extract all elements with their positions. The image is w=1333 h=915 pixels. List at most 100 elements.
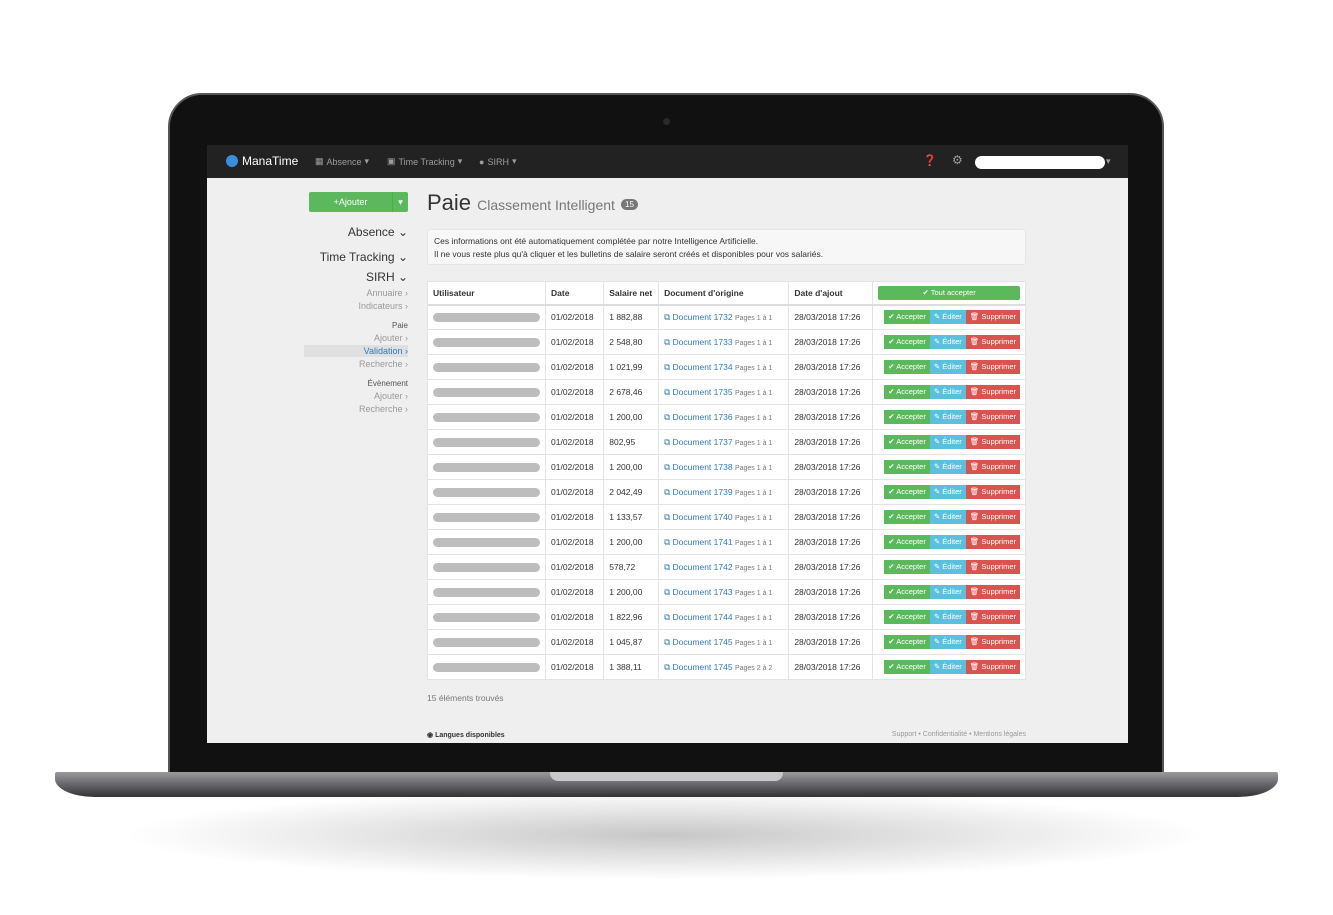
delete-button[interactable]: 🗑 Supprimer xyxy=(965,585,1020,599)
nav-sirh[interactable]: ● SIRH ▾ xyxy=(479,156,516,167)
delete-button[interactable]: 🗑 Supprimer xyxy=(965,410,1020,424)
edit-button[interactable]: ✎ Éditer xyxy=(929,435,966,449)
delete-button[interactable]: 🗑 Supprimer xyxy=(965,310,1020,325)
accept-button[interactable]: ✔ Accepter xyxy=(884,360,930,374)
edit-button[interactable]: ✎ Éditer xyxy=(929,585,966,599)
edit-button[interactable]: ✎ Éditer xyxy=(929,385,966,399)
delete-button[interactable]: 🗑 Supprimer xyxy=(965,660,1020,674)
delete-button[interactable]: 🗑 Supprimer xyxy=(965,610,1020,624)
pages-label: Pages 1 à 1 xyxy=(734,389,773,397)
accept-button[interactable]: ✔ Accepter xyxy=(884,485,930,499)
accept-button[interactable]: ✔ Accepter xyxy=(884,585,930,599)
accept-button[interactable]: ✔ Accepter xyxy=(884,610,930,624)
accept-button[interactable]: ✔ Accepter xyxy=(884,385,930,399)
document-link[interactable]: ⧉ Document 1743 xyxy=(664,587,732,597)
edit-button[interactable]: ✎ Éditer xyxy=(929,310,966,325)
col-salaire[interactable]: Salaire net xyxy=(603,281,660,306)
sidebar-item-indicateurs[interactable]: Indicateurs › xyxy=(358,301,408,311)
delete-button[interactable]: 🗑 Supprimer xyxy=(965,535,1020,549)
accept-button[interactable]: ✔ Accepter xyxy=(884,310,930,325)
salary-cell: 1 045,87 xyxy=(603,629,660,655)
edit-button[interactable]: ✎ Éditer xyxy=(929,635,966,649)
edit-button[interactable]: ✎ Éditer xyxy=(929,360,966,374)
document-link[interactable]: ⧉ Document 1744 xyxy=(664,612,732,622)
sidebar-item-paie-validation[interactable]: Validation › xyxy=(364,346,408,356)
nav-absence[interactable]: ▦ Absence ▾ xyxy=(315,156,369,167)
user-cell xyxy=(427,429,546,455)
brand-logo[interactable]: ManaTime xyxy=(226,154,298,168)
accept-button[interactable]: ✔ Accepter xyxy=(884,560,930,574)
accept-button[interactable]: ✔ Accepter xyxy=(884,410,930,424)
delete-button[interactable]: 🗑 Supprimer xyxy=(965,360,1020,374)
sidebar-section-absence[interactable]: Absence ⌄ xyxy=(348,225,408,239)
date-cell: 01/02/2018 xyxy=(544,629,605,655)
document-link[interactable]: ⧉ Document 1740 xyxy=(664,512,732,522)
sidebar-item-annuaire[interactable]: Annuaire › xyxy=(366,288,408,298)
accept-button[interactable]: ✔ Accepter xyxy=(884,510,930,524)
document-link[interactable]: ⧉ Document 1736 xyxy=(664,412,732,422)
user-cell xyxy=(427,629,546,655)
edit-button[interactable]: ✎ Éditer xyxy=(929,460,966,474)
salary-cell: 1 200,00 xyxy=(603,454,660,480)
col-document[interactable]: Document d'origine xyxy=(658,281,790,306)
date-added-cell: 28/03/2018 17:26 xyxy=(788,304,874,330)
caret-down-icon[interactable]: ▾ xyxy=(1106,156,1111,167)
footer-links[interactable]: Support • Confidentialité • Mentions lég… xyxy=(892,731,1026,738)
delete-button[interactable]: 🗑 Supprimer xyxy=(965,510,1020,524)
user-menu[interactable] xyxy=(975,156,1105,169)
document-link[interactable]: ⧉ Document 1735 xyxy=(664,387,732,397)
document-link[interactable]: ⧉ Document 1739 xyxy=(664,487,732,497)
sidebar-item-paie-ajouter[interactable]: Ajouter › xyxy=(374,333,408,343)
edit-button[interactable]: ✎ Éditer xyxy=(929,510,966,524)
col-date[interactable]: Date xyxy=(544,281,605,306)
accept-button[interactable]: ✔ Accepter xyxy=(884,535,930,549)
sidebar-item-evenement-recherche[interactable]: Recherche › xyxy=(359,404,408,414)
sidebar-section-sirh[interactable]: SIRH ⌄ xyxy=(366,270,408,284)
date-added-cell: 28/03/2018 17:26 xyxy=(788,654,874,680)
question-circle-icon[interactable]: ❓ xyxy=(923,154,937,167)
col-date-ajout[interactable]: Date d'ajout xyxy=(788,281,874,306)
document-link[interactable]: ⧉ Document 1745 xyxy=(664,637,732,647)
nav-time-tracking[interactable]: ▣ Time Tracking ▾ xyxy=(387,156,462,167)
document-link[interactable]: ⧉ Document 1741 xyxy=(664,537,732,547)
accept-button[interactable]: ✔ Accepter xyxy=(884,635,930,649)
accept-all-button[interactable]: ✔ Tout accepter xyxy=(878,285,1020,300)
document-link[interactable]: ⧉ Document 1733 xyxy=(664,337,732,347)
sidebar-item-evenement-ajouter[interactable]: Ajouter › xyxy=(374,391,408,401)
add-button[interactable]: + Ajouter ▾ xyxy=(309,192,408,212)
col-utilisateur[interactable]: Utilisateur xyxy=(427,281,546,306)
document-link[interactable]: ⧉ Document 1738 xyxy=(664,462,732,472)
gear-icon[interactable]: ⚙ xyxy=(952,153,963,167)
document-link[interactable]: ⧉ Document 1745 xyxy=(664,662,732,672)
accept-button[interactable]: ✔ Accepter xyxy=(884,460,930,474)
sidebar-item-paie-recherche[interactable]: Recherche › xyxy=(359,359,408,369)
languages-link[interactable]: ◉ Langues disponibles xyxy=(427,731,505,739)
delete-button[interactable]: 🗑 Supprimer xyxy=(965,485,1020,499)
sidebar-section-time-tracking[interactable]: Time Tracking ⌄ xyxy=(320,250,408,264)
edit-button[interactable]: ✎ Éditer xyxy=(929,485,966,499)
accept-button[interactable]: ✔ Accepter xyxy=(884,435,930,449)
accept-button[interactable]: ✔ Accepter xyxy=(884,660,930,674)
delete-button[interactable]: 🗑 Supprimer xyxy=(965,460,1020,474)
edit-button[interactable]: ✎ Éditer xyxy=(929,610,966,624)
edit-button[interactable]: ✎ Éditer xyxy=(929,560,966,574)
pages-label: Pages 1 à 1 xyxy=(734,364,773,372)
edit-button[interactable]: ✎ Éditer xyxy=(929,410,966,424)
document-link[interactable]: ⧉ Document 1737 xyxy=(664,437,732,447)
dropdown-toggle[interactable]: ▾ xyxy=(392,192,408,212)
salary-cell: 1 200,00 xyxy=(603,529,660,555)
redacted-user xyxy=(433,437,540,447)
delete-button[interactable]: 🗑 Supprimer xyxy=(965,335,1020,349)
edit-button[interactable]: ✎ Éditer xyxy=(929,660,966,674)
delete-button[interactable]: 🗑 Supprimer xyxy=(965,560,1020,574)
delete-button[interactable]: 🗑 Supprimer xyxy=(965,635,1020,649)
document-link[interactable]: ⧉ Document 1734 xyxy=(664,362,732,372)
edit-button[interactable]: ✎ Éditer xyxy=(929,335,966,349)
document-link[interactable]: ⧉ Document 1742 xyxy=(664,562,732,572)
document-link[interactable]: ⧉ Document 1732 xyxy=(664,312,732,322)
edit-button[interactable]: ✎ Éditer xyxy=(929,535,966,549)
delete-button[interactable]: 🗑 Supprimer xyxy=(965,385,1020,399)
pages-label: Pages 1 à 1 xyxy=(734,589,773,597)
accept-button[interactable]: ✔ Accepter xyxy=(884,335,930,349)
delete-button[interactable]: 🗑 Supprimer xyxy=(965,435,1020,449)
